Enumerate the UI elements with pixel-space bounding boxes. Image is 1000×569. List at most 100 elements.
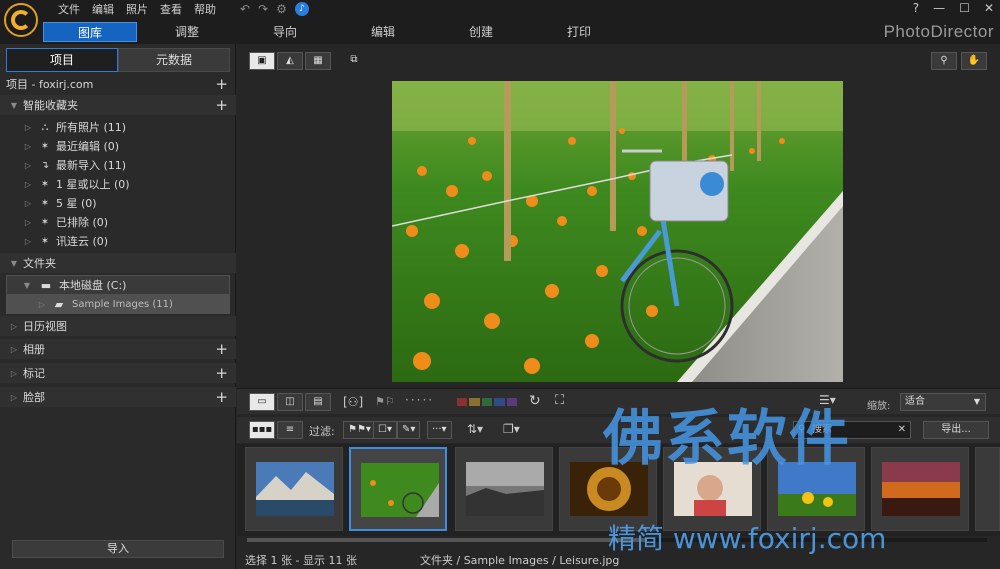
gear-icon[interactable]: ⚙ [276, 2, 287, 16]
tags-header[interactable]: ▷ 标记 + [0, 363, 236, 383]
collapse-triangle-icon[interactable]: ▼ [21, 281, 33, 290]
smart-item-recent-edit[interactable]: ▷ ✶ 最近编辑 (0) [0, 136, 236, 156]
star-rating-dots[interactable]: ····· [405, 393, 434, 407]
notification-bell-icon[interactable]: ♪ [294, 2, 309, 16]
minimize-button[interactable]: — [933, 1, 945, 15]
grid-view-icon[interactable]: ▦ [305, 52, 331, 70]
second-monitor-icon[interactable]: ⧉ [341, 52, 367, 70]
calendar-view-header[interactable]: ▷ 日历视图 [0, 316, 236, 336]
tab-project[interactable]: 项目 [6, 48, 118, 72]
expand-triangle-icon[interactable]: ▷ [8, 345, 20, 354]
albums-header[interactable]: ▷ 相册 + [0, 339, 236, 359]
thumbnail[interactable] [871, 447, 969, 531]
undo-icon[interactable]: ↶ [240, 2, 250, 16]
collapse-triangle-icon[interactable]: ▼ [8, 101, 20, 110]
sort-order-icon[interactable]: ⇅▾ [467, 422, 483, 436]
smart-collections-header[interactable]: ▼ 智能收藏夹 + [0, 95, 236, 115]
add-smart-collection-icon[interactable]: + [215, 98, 228, 113]
color-label-purple[interactable] [506, 398, 518, 406]
left-panel-tabs: 项目 元数据 [6, 48, 230, 72]
expand-triangle-icon[interactable]: ▷ [8, 393, 20, 402]
folders-header[interactable]: ▼ 文件夹 [0, 253, 236, 273]
expand-triangle-icon[interactable]: ▷ [22, 142, 34, 151]
app-logo-icon[interactable] [4, 3, 38, 37]
expand-triangle-icon[interactable]: ▷ [22, 180, 34, 189]
color-label-blue[interactable] [494, 398, 505, 406]
rating-filter-dropdown[interactable]: ···▾ [427, 421, 452, 439]
tab-create[interactable]: 创建 [434, 22, 528, 42]
thumbnail-grid-icon[interactable]: ▤ [305, 393, 331, 411]
import-button[interactable]: 导入 [12, 540, 224, 558]
smart-item-cyberlink-cloud[interactable]: ▷ ✶ 讯连云 (0) [0, 231, 236, 251]
smart-item-latest-import[interactable]: ▷ ↴ 最新导入 (11) [0, 155, 236, 175]
color-labels[interactable] [457, 398, 518, 406]
rotate-icon[interactable]: ↻ [529, 393, 541, 409]
help-button[interactable]: ? [913, 1, 919, 15]
expand-triangle-icon[interactable]: ▷ [22, 237, 34, 246]
close-button[interactable]: ✕ [984, 1, 994, 15]
face-tag-icon[interactable]: [⚇] [343, 395, 363, 409]
add-project-icon[interactable]: + [215, 77, 228, 92]
list-view-icon[interactable]: ≡ [277, 421, 303, 439]
color-label-green[interactable] [481, 398, 493, 406]
color-label-red[interactable] [457, 398, 468, 406]
clear-search-icon[interactable]: ✕ [898, 422, 906, 438]
menu-help[interactable]: 帮助 [188, 2, 222, 18]
thumbnail-selected[interactable] [349, 447, 447, 531]
hand-pan-icon[interactable]: ✋ [961, 52, 987, 70]
export-button[interactable]: 导出... [923, 421, 989, 439]
stack-icon[interactable]: ❐▾ [503, 422, 520, 436]
zoom-search-icon[interactable]: ⚲ [931, 52, 957, 70]
flag-filter-dropdown[interactable]: ⚑⚑▾ [343, 421, 376, 439]
add-face-icon[interactable]: + [215, 390, 228, 405]
local-disk-item[interactable]: ▼ ▬ 本地磁盘 (C:) [6, 275, 230, 295]
thumb-sunset-pier [882, 462, 960, 516]
tab-library[interactable]: 图库 [43, 22, 137, 42]
filmstrip-view-icon[interactable]: ▭ [249, 393, 275, 411]
add-tag-icon[interactable]: + [215, 366, 228, 381]
compare-view-icon[interactable]: ▣ [249, 52, 275, 70]
thumbnail[interactable] [455, 447, 553, 531]
smart-item-all-photos[interactable]: ▷ ⛬ 所有照片 (11) [0, 117, 236, 137]
expand-triangle-icon[interactable]: ▷ [22, 199, 34, 208]
maximize-button[interactable]: ☐ [959, 1, 970, 15]
expand-triangle-icon[interactable]: ▷ [22, 123, 34, 132]
faces-header[interactable]: ▷ 脸部 + [0, 387, 236, 407]
thumbnail[interactable] [245, 447, 343, 531]
expand-triangle-icon[interactable]: ▷ [22, 161, 34, 170]
zoom-label: 缩放: [867, 401, 891, 412]
flag-icon[interactable]: ⚑⚐ [375, 395, 395, 408]
project-header[interactable]: 项目 - foxirj.com + [0, 74, 236, 94]
add-album-icon[interactable]: + [215, 342, 228, 357]
tab-metadata[interactable]: 元数据 [118, 48, 230, 72]
expand-triangle-icon[interactable]: ▷ [8, 322, 20, 331]
smart-item-excluded[interactable]: ▷ ✶ 已排除 (0) [0, 212, 236, 232]
single-view-icon[interactable]: ◭ [277, 52, 303, 70]
folder-sample-images[interactable]: ▷ ▰ Sample Images (11) [6, 294, 230, 314]
tab-guided[interactable]: 导向 [238, 22, 332, 42]
tab-print[interactable]: 打印 [532, 22, 626, 42]
expand-triangle-icon[interactable]: ▷ [8, 369, 20, 378]
menu-photo[interactable]: 照片 [120, 2, 154, 18]
menu-file[interactable]: 文件 [52, 2, 86, 18]
star-wand-icon: ✶ [40, 235, 50, 247]
expand-triangle-icon[interactable]: ▷ [22, 218, 34, 227]
smart-item-five-star[interactable]: ▷ ✶ 5 星 (0) [0, 193, 236, 213]
tab-edit[interactable]: 编辑 [336, 22, 430, 42]
zoom-select[interactable]: 适合 ▼ [900, 393, 986, 411]
collapse-triangle-icon[interactable]: ▼ [8, 259, 20, 268]
smart-item-one-star[interactable]: ▷ ✶ 1 星或以上 (0) [0, 174, 236, 194]
color-label-yellow[interactable] [469, 398, 480, 406]
tab-adjust[interactable]: 调整 [140, 22, 234, 42]
compare-two-icon[interactable]: ◫ [277, 393, 303, 411]
menu-view[interactable]: 查看 [154, 2, 188, 18]
thumb-size-small-icon[interactable]: ▪▪▪ [249, 421, 275, 439]
label-filter-dropdown[interactable]: ☐▾ [373, 421, 397, 439]
detect-icon[interactable]: ⛶ [555, 393, 564, 408]
edit-filter-dropdown[interactable]: ✎▾ [397, 421, 421, 439]
thumbnail-partial[interactable] [975, 447, 1000, 531]
redo-icon[interactable]: ↷ [258, 2, 268, 16]
expand-triangle-icon[interactable]: ▷ [36, 300, 48, 309]
photo-preview[interactable] [392, 81, 843, 382]
menu-edit[interactable]: 编辑 [86, 2, 120, 18]
